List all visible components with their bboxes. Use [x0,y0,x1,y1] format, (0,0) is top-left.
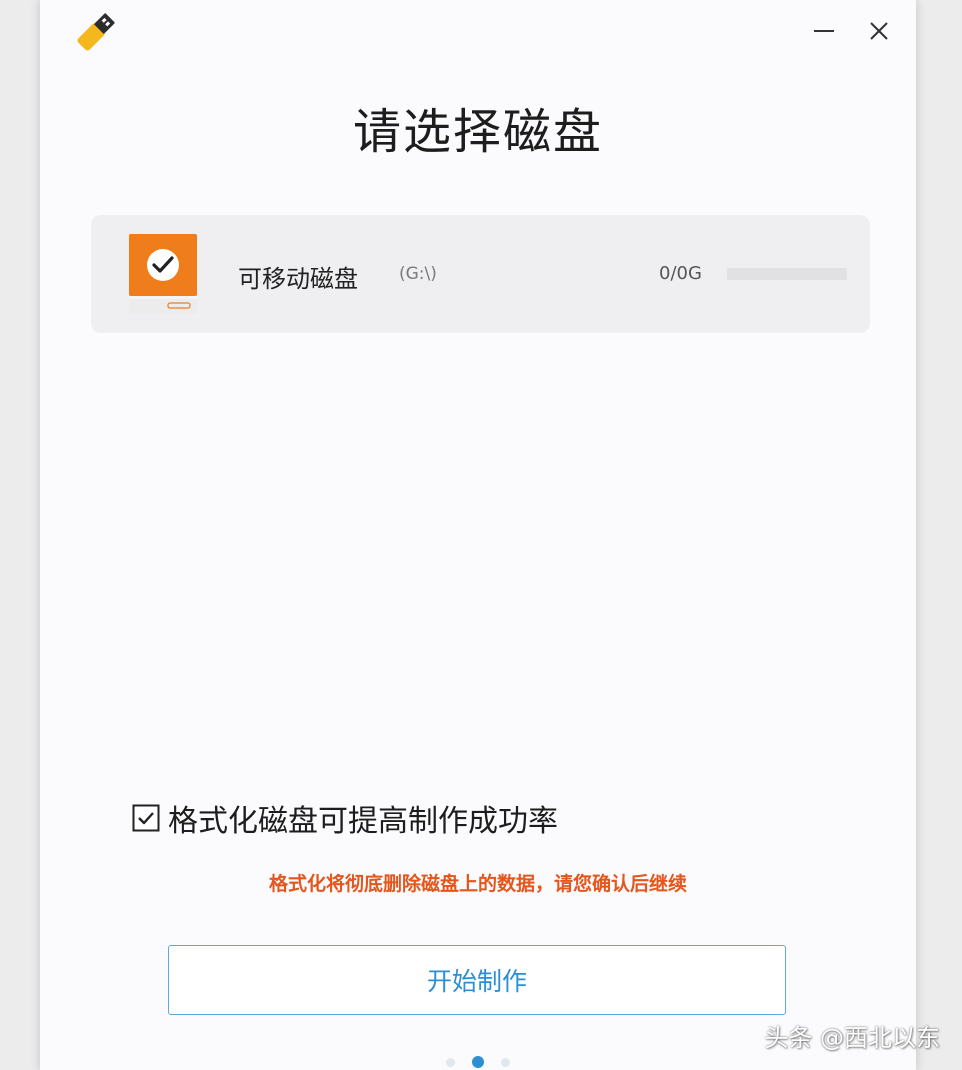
format-option[interactable]: 格式化磁盘可提高制作成功率 [132,798,558,839]
disk-path: (G:\) [399,264,437,284]
format-warning-text: 格式化将彻底删除磁盘上的数据，请您确认后继续 [268,873,687,895]
disk-name: 可移动磁盘 [238,265,358,293]
format-checkbox[interactable] [132,804,160,832]
minimize-icon [814,30,834,32]
page-dot-1[interactable] [446,1057,455,1067]
disk-usage-bar [727,268,847,280]
disk-size: 0/0G [659,263,702,284]
page-dot-3[interactable] [501,1057,510,1067]
usb-drive-icon [77,13,115,51]
minimize-button[interactable] [807,14,841,48]
disk-selected-check-icon [129,234,197,314]
close-icon [870,22,888,40]
watermark-text: 头条 @西北以东 [764,1024,940,1052]
format-option-label: 格式化磁盘可提高制作成功率 [168,804,558,839]
disk-list-item[interactable]: 可移动磁盘 (G:\) 0/0G [91,215,870,333]
page-dot-2[interactable] [472,1056,484,1068]
start-button[interactable]: 开始制作 [168,945,786,1015]
pagination-dots [446,1055,510,1069]
page-title: 请选择磁盘 [352,104,603,160]
app-window: 请选择磁盘 可移动磁盘 (G:\) 0/0G 格式化磁盘可提高制作成功率 格式化… [40,0,916,1070]
close-button[interactable] [862,14,896,48]
